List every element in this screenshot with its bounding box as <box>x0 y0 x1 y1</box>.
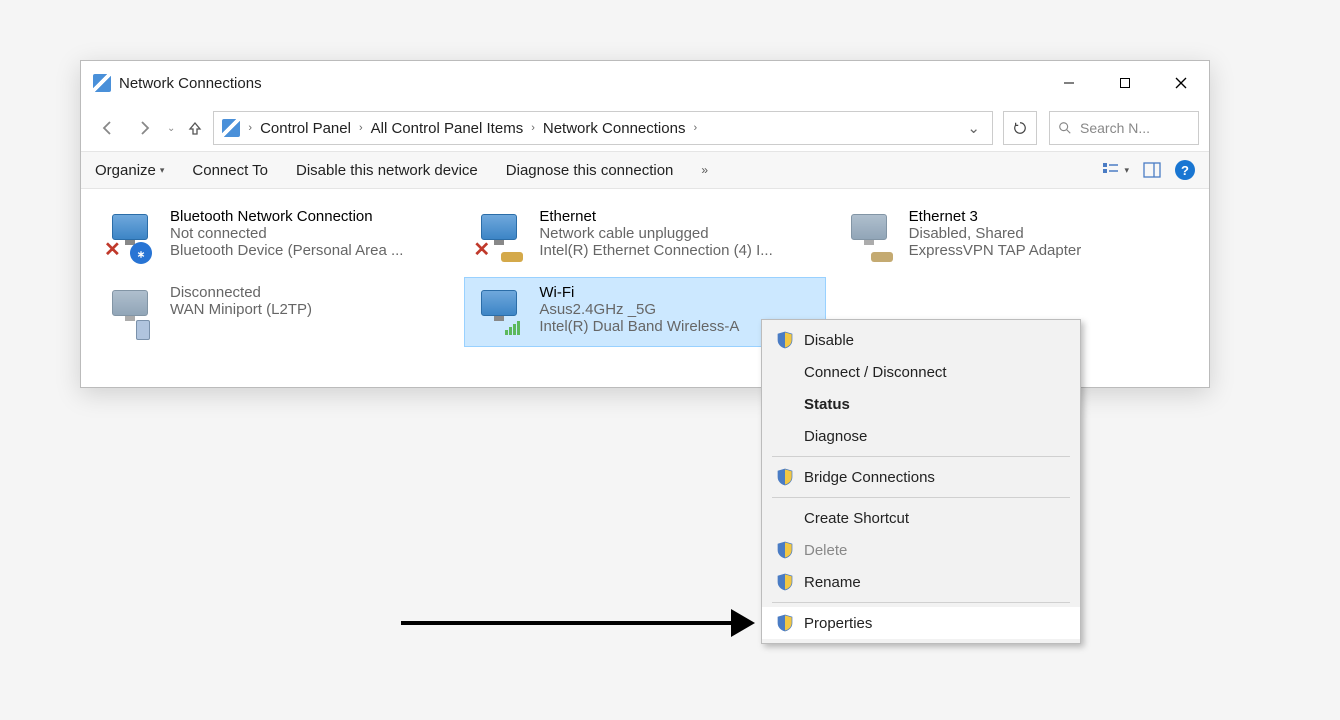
search-placeholder: Search N... <box>1080 120 1150 136</box>
ctx-shortcut[interactable]: Create Shortcut <box>762 502 1080 534</box>
preview-pane-icon[interactable] <box>1143 161 1161 179</box>
connections-grid: ✕ ⁎ Bluetooth Network Connection Not con… <box>81 189 1209 387</box>
disconnected-x-icon: ✕ <box>473 237 490 262</box>
connection-driver: Intel(R) Ethernet Connection (4) I... <box>539 242 816 259</box>
toolbar: Organize ▾ Connect To Disable this netwo… <box>81 151 1209 189</box>
context-menu: Disable Connect / Disconnect Status Diag… <box>761 319 1081 644</box>
separator <box>772 456 1070 457</box>
connection-name: Ethernet 3 <box>909 208 1186 225</box>
close-button[interactable] <box>1153 61 1209 105</box>
chevron-right-icon: › <box>529 122 537 134</box>
ethernet-cable-icon <box>501 252 523 262</box>
breadcrumb-expand[interactable]: ⌄ <box>967 119 984 137</box>
breadcrumb-item[interactable]: Network Connections <box>543 120 686 137</box>
help-button[interactable]: ? <box>1175 160 1195 180</box>
chevron-right-icon: › <box>246 122 254 134</box>
search-input[interactable]: Search N... <box>1049 111 1199 145</box>
shield-icon <box>776 331 794 349</box>
shield-icon <box>776 573 794 591</box>
breadcrumb-item[interactable]: Control Panel <box>260 120 351 137</box>
connection-icon: ✕ ⁎ <box>104 208 160 264</box>
connection-driver: WAN Miniport (L2TP) <box>170 301 447 318</box>
ctx-properties[interactable]: Properties <box>762 607 1080 639</box>
connection-icon <box>104 284 160 340</box>
shield-icon <box>776 468 794 486</box>
connection-icon: ✕ <box>473 208 529 264</box>
minimize-button[interactable] <box>1041 61 1097 105</box>
annotation-arrow <box>401 609 755 637</box>
connection-driver: ExpressVPN TAP Adapter <box>909 242 1186 259</box>
connection-status: Network cable unplugged <box>539 225 816 242</box>
maximize-button[interactable] <box>1097 61 1153 105</box>
chevron-right-icon: › <box>357 122 365 134</box>
toolbar-overflow[interactable]: » <box>701 163 708 177</box>
connection-item-ethernet3[interactable]: Ethernet 3 Disabled, Shared ExpressVPN T… <box>834 201 1195 271</box>
disable-device-button[interactable]: Disable this network device <box>296 162 478 179</box>
breadcrumb-item[interactable]: All Control Panel Items <box>371 120 524 137</box>
connection-item-bluetooth[interactable]: ✕ ⁎ Bluetooth Network Connection Not con… <box>95 201 456 271</box>
connection-driver: Bluetooth Device (Personal Area ... <box>170 242 447 259</box>
ctx-bridge[interactable]: Bridge Connections <box>762 461 1080 493</box>
connection-status: Not connected <box>170 225 447 242</box>
breadcrumb[interactable]: › Control Panel › All Control Panel Item… <box>213 111 993 145</box>
location-icon <box>222 119 240 137</box>
vpn-icon <box>136 320 150 340</box>
connection-item-vpn[interactable]: Disconnected WAN Miniport (L2TP) <box>95 277 456 347</box>
forward-button[interactable] <box>129 113 159 143</box>
ctx-disable[interactable]: Disable <box>762 324 1080 356</box>
window-icon <box>93 74 111 92</box>
ctx-rename[interactable]: Rename <box>762 566 1080 598</box>
up-button[interactable] <box>183 116 207 140</box>
connection-status: Asus2.4GHz _5G <box>539 301 816 318</box>
connect-to-button[interactable]: Connect To <box>192 162 268 179</box>
ctx-status[interactable]: Status <box>762 388 1080 420</box>
connection-status: Disconnected <box>170 284 447 301</box>
connection-name: Wi-Fi <box>539 284 816 301</box>
connection-name: Ethernet <box>539 208 816 225</box>
titlebar: Network Connections <box>81 61 1209 105</box>
recent-dropdown[interactable]: ⌄ <box>165 123 177 134</box>
connection-status: Disabled, Shared <box>909 225 1186 242</box>
diagnose-button[interactable]: Diagnose this connection <box>506 162 674 179</box>
refresh-button[interactable] <box>1003 111 1037 145</box>
view-list-icon <box>1102 161 1120 179</box>
disconnected-x-icon: ✕ <box>104 237 121 262</box>
organize-menu[interactable]: Organize ▾ <box>95 162 164 179</box>
connection-icon <box>843 208 899 264</box>
shield-icon <box>776 541 794 559</box>
connection-item-ethernet[interactable]: ✕ Ethernet Network cable unplugged Intel… <box>464 201 825 271</box>
connection-icon <box>473 284 529 340</box>
chevron-right-icon: › <box>691 122 699 134</box>
ctx-diagnose[interactable]: Diagnose <box>762 420 1080 452</box>
ctx-connect-disconnect[interactable]: Connect / Disconnect <box>762 356 1080 388</box>
separator <box>772 497 1070 498</box>
separator <box>772 602 1070 603</box>
chevron-down-icon: ▾ <box>160 165 165 176</box>
connection-name: Bluetooth Network Connection <box>170 208 447 225</box>
window-title: Network Connections <box>119 75 262 92</box>
chevron-down-icon: ▾ <box>1124 165 1129 176</box>
search-icon <box>1058 121 1072 135</box>
ethernet-cable-icon <box>871 252 893 262</box>
network-connections-window: Network Connections ⌄ › Control <box>80 60 1210 388</box>
bluetooth-icon: ⁎ <box>130 242 152 264</box>
address-bar: ⌄ › Control Panel › All Control Panel It… <box>81 105 1209 151</box>
window-controls <box>1041 61 1209 105</box>
back-button[interactable] <box>93 113 123 143</box>
view-options-button[interactable]: ▾ <box>1102 161 1129 179</box>
ctx-delete: Delete <box>762 534 1080 566</box>
wifi-signal-icon <box>505 321 521 338</box>
shield-icon <box>776 614 794 632</box>
